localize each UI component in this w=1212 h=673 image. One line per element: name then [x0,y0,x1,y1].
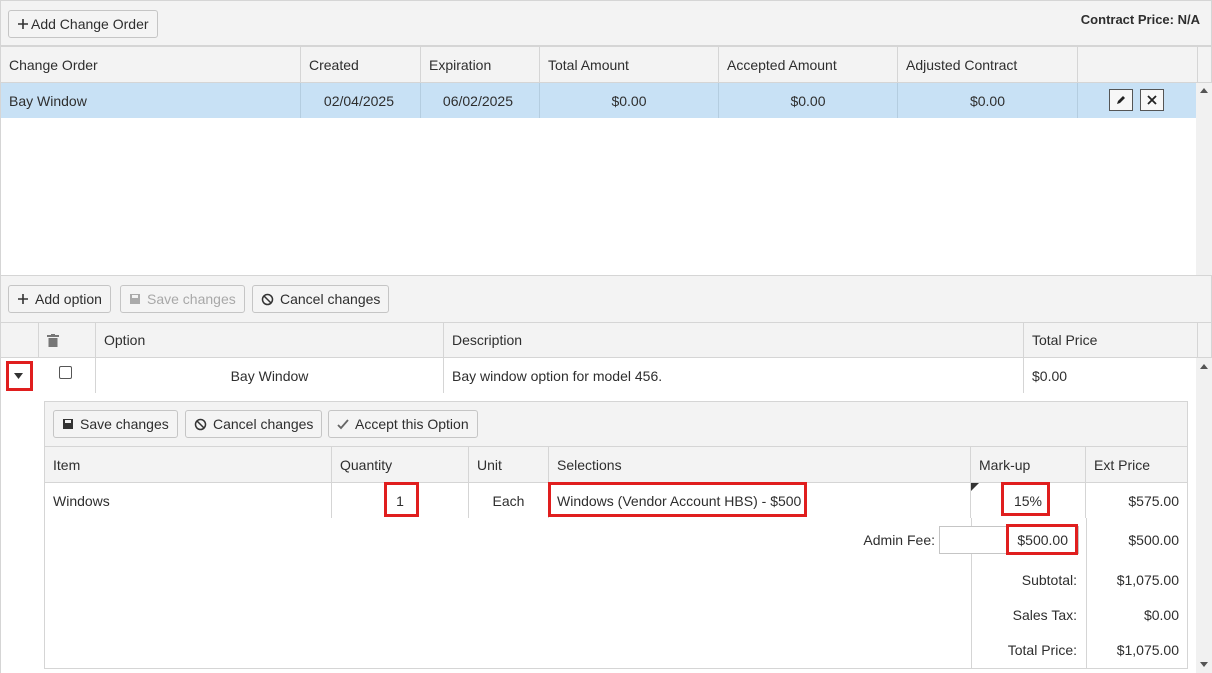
col-actions [1078,47,1198,82]
col-expiration[interactable]: Expiration [421,47,540,82]
cell-markup[interactable]: 15% [971,483,1086,518]
col-markup[interactable]: Mark-up [971,447,1086,482]
scroll-up-icon[interactable] [1200,87,1208,93]
save-icon [63,419,73,429]
accept-option-button[interactable]: Accept this Option [328,410,478,438]
subtotal-label: Subtotal: [1021,572,1077,588]
plus-icon [18,19,28,29]
item-grid-header: Item Quantity Unit Selections Mark-up Ex… [45,447,1187,483]
add-option-button[interactable]: Add option [8,285,111,313]
col-total-amount[interactable]: Total Amount [540,47,719,82]
cell-accepted-amount: $0.00 [719,83,898,118]
cell-total-amount: $0.00 [540,83,719,118]
check-icon [337,418,349,429]
detail-cancel-label: Cancel changes [213,416,314,432]
col-change-order[interactable]: Change Order [1,47,301,82]
cell-selection[interactable]: Windows (Vendor Account HBS) - $500 [549,483,971,518]
col-item[interactable]: Item [45,447,332,482]
cell-quantity[interactable]: 1 [332,483,469,518]
detail-save-button[interactable]: Save changes [53,410,178,438]
col-adjusted-contract[interactable]: Adjusted Contract [898,47,1078,82]
option-toolbar: Add option Save changes Cancel changes [0,276,1212,322]
cell-adjusted-contract: $0.00 [898,83,1078,118]
sales-tax-value: $0.00 [1143,607,1179,623]
save-changes-button[interactable]: Save changes [120,285,245,313]
cell-expiration: 06/02/2025 [421,83,540,118]
col-expand [1,323,39,357]
scroll-up-icon[interactable] [1200,363,1208,369]
sales-tax-label: Sales Tax: [1012,607,1077,623]
col-selections[interactable]: Selections [549,447,971,482]
total-price-value: $1,075.00 [1116,642,1179,658]
add-change-order-button[interactable]: Add Change Order [8,10,158,38]
close-icon [1147,95,1157,105]
checkbox-cell [39,358,96,393]
admin-fee-label: Admin Fee: [863,532,935,548]
save-icon [130,294,140,304]
change-order-grid-body: Bay Window 02/04/2025 06/02/2025 $0.00 $… [0,83,1212,276]
delete-button[interactable] [1140,89,1164,111]
cell-unit: Each [469,483,549,518]
cell-item: Windows [45,483,332,518]
table-row[interactable]: Bay Window Bay window option for model 4… [1,358,1196,393]
cancel-changes-label: Cancel changes [280,291,381,307]
col-accepted-amount[interactable]: Accepted Amount [719,47,898,82]
expand-toggle[interactable] [9,366,27,386]
cell-change-order: Bay Window [1,83,301,118]
col-created[interactable]: Created [301,47,421,82]
contract-price: Contract Price: N/A [1080,12,1200,27]
scrollbar[interactable] [1196,83,1212,275]
admin-fee-ext: $500.00 [1128,532,1179,548]
detail-toolbar: Save changes Cancel changes Accept this … [45,402,1187,447]
scroll-down-icon[interactable] [1200,662,1208,668]
add-option-label: Add option [35,291,102,307]
dirty-flag-icon [971,483,979,491]
table-row[interactable]: Windows 1 Each Windows (Vendor Account H… [45,483,1187,518]
cell-created: 02/04/2025 [301,83,421,118]
add-change-order-label: Add Change Order [31,16,149,32]
cell-option: Bay Window [96,358,444,393]
col-total-price[interactable]: Total Price [1024,323,1198,357]
table-row[interactable]: Bay Window 02/04/2025 06/02/2025 $0.00 $… [1,83,1196,118]
col-delete [39,323,96,357]
trash-icon [47,333,59,347]
accept-option-label: Accept this Option [355,416,469,432]
row-checkbox[interactable] [59,366,72,379]
pencil-icon [1117,96,1125,104]
cancel-icon [194,418,207,430]
plus-icon [18,294,28,304]
option-grid-header: Option Description Total Price [0,322,1212,358]
save-changes-label: Save changes [147,291,236,307]
option-grid-body: Bay Window Bay window option for model 4… [0,358,1212,673]
col-unit[interactable]: Unit [469,447,549,482]
cancel-icon [261,293,274,305]
subtotal-value: $1,075.00 [1116,572,1179,588]
col-option[interactable]: Option [96,323,444,357]
caret-down-icon [13,373,23,379]
top-toolbar: Add Change Order Contract Price: N/A [0,0,1212,46]
col-ext-price[interactable]: Ext Price [1086,447,1187,482]
admin-fee-input[interactable]: $500.00 [939,526,1079,554]
edit-button[interactable] [1109,89,1133,111]
col-quantity[interactable]: Quantity [332,447,469,482]
option-detail-panel: Save changes Cancel changes Accept this … [44,401,1188,669]
cell-total-price: $0.00 [1032,367,1068,384]
cell-ext-price: $575.00 [1128,492,1179,509]
cancel-changes-button[interactable]: Cancel changes [252,285,390,313]
ext-column-line [1086,518,1087,668]
detail-cancel-button[interactable]: Cancel changes [185,410,323,438]
detail-save-label: Save changes [80,416,169,432]
scrollbar[interactable] [1196,358,1212,673]
cell-description: Bay window option for model 456. [444,358,1024,393]
change-order-grid-header: Change Order Created Expiration Total Am… [0,46,1212,83]
col-description[interactable]: Description [444,323,1024,357]
total-price-label: Total Price: [1007,642,1077,658]
admin-fee-value: $500.00 [1017,532,1068,548]
